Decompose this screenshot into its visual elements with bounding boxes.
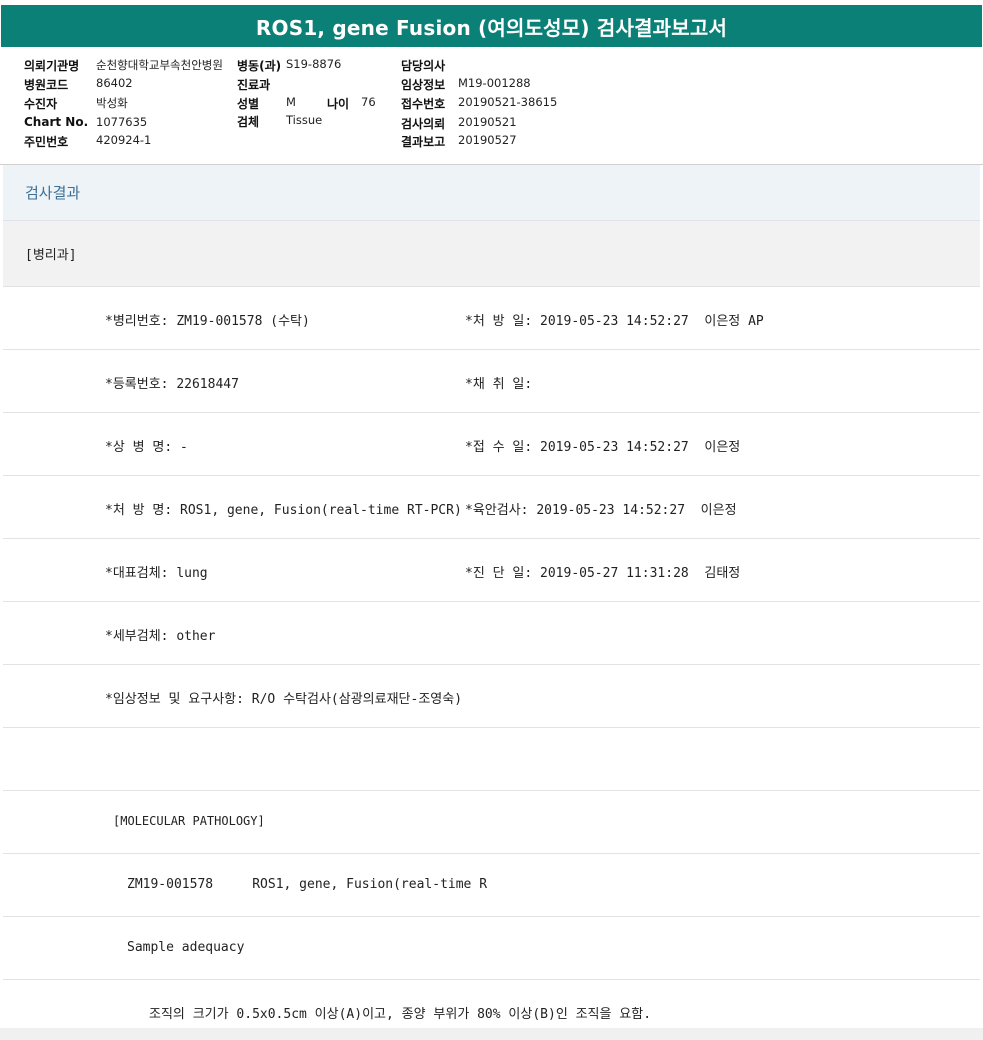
clinical-label: 임상정보 [401, 78, 446, 92]
result-left: *세부검체: other [105, 629, 216, 644]
result-row: *대표검체: lung *진 단 일: 2019-05-27 11:31:28 … [3, 539, 980, 602]
receipt-value: 20190521-38615 [458, 95, 558, 109]
report-title: ROS1, gene Fusion (여의도성모) 검사결과보고서 [255, 15, 728, 40]
molecular-pathology-header: [MOLECULAR PATHOLOGY] [113, 814, 265, 828]
sample-adequacy-row: Sample adequacy [3, 917, 980, 980]
result-right: *진 단 일: 2019-05-27 11:31:28 김태정 [465, 566, 741, 581]
ward-value: S19-8876 [286, 57, 342, 71]
dept-label: 진료과 [237, 78, 271, 92]
department-label: [병리과] [25, 248, 77, 263]
result-row: *처 방 명: ROS1, gene, Fusion(real-time RT-… [3, 476, 980, 539]
clinical-value: M19-001288 [458, 76, 531, 90]
request-value: 20190521 [458, 115, 517, 129]
specimen-value: Tissue [286, 113, 323, 127]
ward-label: 병동(과) [237, 59, 282, 73]
doctor-label: 담당의사 [401, 59, 446, 73]
result-right: *접 수 일: 2019-05-23 14:52:27 이은정 [465, 440, 741, 455]
result-row: *상 병 명: - *접 수 일: 2019-05-23 14:52:27 이은… [3, 413, 980, 476]
sex-label: 성별 [237, 97, 260, 111]
result-section-title: 검사결과 [25, 184, 81, 202]
institution-label: 의뢰기관명 [24, 59, 80, 73]
patient-value: 박성화 [96, 96, 128, 110]
result-right: *육안검사: 2019-05-23 14:52:27 이은정 [465, 503, 737, 518]
patient-info-panel: 의뢰기관명 순천향대학교부속천안병원 병동(과) S19-8876 담당의사 병… [0, 47, 983, 165]
department-row: [병리과] [3, 221, 980, 287]
report-title-bar: ROS1, gene Fusion (여의도성모) 검사결과보고서 [1, 5, 982, 47]
result-left: *등록번호: 22618447 [105, 377, 239, 392]
result-left: *병리번호: ZM19-001578 (수탁) [105, 314, 310, 329]
result-right: *처 방 일: 2019-05-23 14:52:27 이은정 AP [465, 314, 764, 329]
result-row: *등록번호: 22618447 *채 취 일: [3, 350, 980, 413]
patient-label: 수진자 [24, 97, 58, 111]
result-row-blank [3, 728, 980, 791]
result-left: *처 방 명: ROS1, gene, Fusion(real-time RT-… [105, 503, 462, 518]
result-row: *임상정보 및 요구사항: R/O 수탁검사(삼광의료재단-조영숙) [3, 665, 980, 728]
institution-value: 순천향대학교부속천안병원 [96, 58, 223, 72]
result-left: *상 병 명: - [105, 440, 188, 455]
age-label: 나이 [327, 97, 350, 111]
resident-value: 420924-1 [96, 133, 152, 147]
bottom-strip [0, 1028, 983, 1040]
adequacy-note: 조직의 크기가 0.5x0.5cm 이상(A)이고, 종양 부위가 80% 이상… [149, 1007, 652, 1022]
result-left: *임상정보 및 요구사항: R/O 수탁검사(삼광의료재단-조영숙) [105, 692, 463, 707]
molecular-header-row: [MOLECULAR PATHOLOGY] [3, 791, 980, 854]
hospital-code-value: 86402 [96, 76, 133, 90]
receipt-label: 접수번호 [401, 97, 446, 111]
result-row: *병리번호: ZM19-001578 (수탁) *처 방 일: 2019-05-… [3, 287, 980, 350]
resident-label: 주민번호 [24, 135, 69, 149]
age-value: 76 [361, 95, 376, 109]
chart-value: 1077635 [96, 115, 148, 129]
result-right: *채 취 일: [465, 377, 533, 392]
test-line-row: ZM19-001578 ROS1, gene, Fusion(real-time… [3, 854, 980, 917]
request-label: 검사의뢰 [401, 117, 446, 131]
adequacy-note-row: 조직의 크기가 0.5x0.5cm 이상(A)이고, 종양 부위가 80% 이상… [3, 980, 980, 1028]
sex-value: M [286, 95, 296, 109]
test-line: ZM19-001578 ROS1, gene, Fusion(real-time… [127, 877, 488, 892]
sample-adequacy-label: Sample adequacy [127, 940, 245, 955]
result-left: *대표검체: lung [105, 566, 208, 581]
chart-label: Chart No. [24, 115, 89, 129]
report-value: 20190527 [458, 133, 517, 147]
specimen-label: 검체 [237, 115, 260, 129]
report-label: 결과보고 [401, 135, 446, 149]
hospital-code-label: 병원코드 [24, 78, 69, 92]
result-section-header: 검사결과 [3, 165, 980, 221]
result-row: *세부검체: other [3, 602, 980, 665]
